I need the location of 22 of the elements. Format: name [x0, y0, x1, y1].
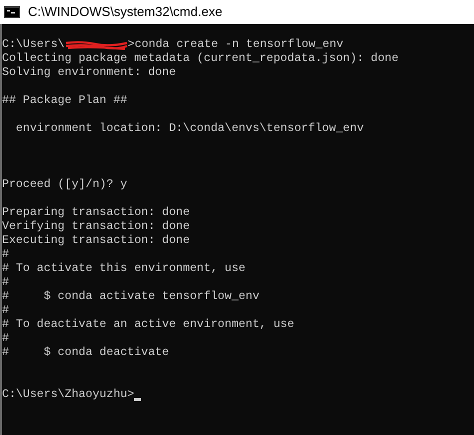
console-line: # [2, 332, 9, 346]
console-line: ## Package Plan ## [2, 94, 128, 108]
console-line: Executing transaction: done [2, 234, 190, 248]
console-line: # To deactivate an active environment, use [2, 318, 294, 332]
terminal-icon [4, 6, 20, 18]
command-prompt: C:\Users\Zhaoyuzhu> [2, 388, 134, 402]
console-line: # To activate this environment, use [2, 262, 246, 276]
console-line: Proceed ([y]/n)? y [2, 178, 128, 192]
console-line: # [2, 248, 9, 262]
console-line: Verifying transaction: done [2, 220, 190, 234]
console-text: C:\Users\ [2, 38, 65, 52]
console-line: Solving environment: done [2, 66, 176, 80]
console-line: # $ conda activate tensorflow_env [2, 290, 260, 304]
console-line: # [2, 304, 9, 318]
console-line: # $ conda deactivate [2, 346, 169, 360]
console-text: >conda create -n tensorflow_env [128, 38, 344, 52]
console-line: # [2, 276, 9, 290]
window-title: C:\WINDOWS\system32\cmd.exe [28, 3, 222, 22]
redaction-scribble [64, 40, 128, 50]
console-line: Preparing transaction: done [2, 206, 190, 220]
console-line: Collecting package metadata (current_repodata.json): done [2, 52, 399, 66]
console-line: environment location: D:\conda\envs\tensorflow_env [14, 122, 364, 136]
